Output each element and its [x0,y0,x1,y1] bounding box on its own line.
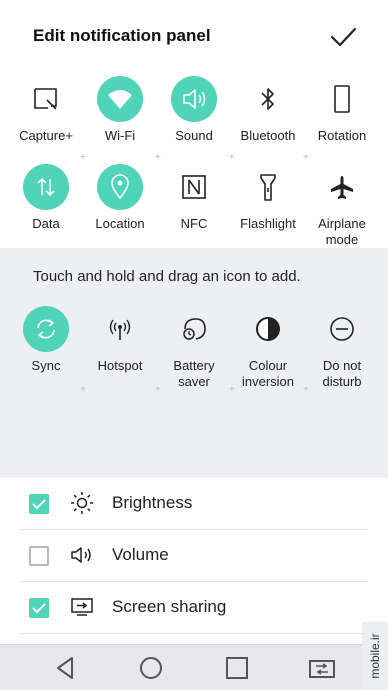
setting-row-volume[interactable]: Volume [20,530,368,582]
page-title: Edit notification panel [33,26,211,45]
tile-sync[interactable]: Sync [8,306,84,374]
back-icon[interactable] [52,654,80,682]
drop-target-plus: + [229,152,235,163]
battery-saver-icon [171,306,217,352]
setting-row-screen-sharing[interactable]: Screen sharing [20,582,368,634]
tile-battery-saver[interactable]: Battery saver [156,306,232,390]
tile-label: Location [95,216,145,231]
tile-label: Sound [175,128,213,143]
available-tiles-panel: Touch and hold and drag an icon to add. … [0,248,388,478]
sync-icon [23,306,69,352]
setting-label: Brightness [112,493,193,512]
checkbox-unchecked[interactable] [29,546,49,566]
tile-nfc[interactable]: NFC [156,164,232,232]
active-tiles-panel: Capture+ Wi-Fi Sound Bluetooth Rotation … [0,72,388,248]
tile-label: Airplane mode [318,216,366,247]
drag-hint: Touch and hold and drag an icon to add. [33,268,301,285]
tile-label: Flashlight [240,216,296,231]
wifi-icon [97,76,143,122]
tile-colour-inversion[interactable]: Colour inversion [230,306,306,390]
checkbox-checked[interactable] [29,598,49,618]
tile-do-not-disturb[interactable]: Do not disturb [304,306,380,390]
tile-label: Capture+ [19,128,73,143]
header: Edit notification panel [0,0,388,72]
tile-label: Rotation [317,128,367,143]
tile-label: Sync [31,358,61,373]
recents-icon[interactable] [223,654,251,682]
home-icon[interactable] [137,654,165,682]
drop-target-plus: + [303,152,309,163]
nfc-icon [171,164,217,210]
drop-target-plus: + [80,152,86,163]
drop-target-plus: + [229,384,235,395]
tile-label: Wi-Fi [104,128,136,143]
tile-airplane-mode[interactable]: Airplane mode [304,164,380,248]
setting-label: Screen sharing [112,597,227,616]
tile-label: Bluetooth [240,128,296,143]
watermark: mobile.ir [362,622,388,690]
screen-sharing-icon [71,598,93,616]
tile-label: Colour inversion [241,358,295,389]
rotation-icon [319,76,365,122]
tile-label: Data [32,216,60,231]
tile-label: NFC [180,216,208,231]
setting-label: Volume [112,545,169,564]
checkbox-checked[interactable] [29,494,49,514]
airplane-icon [319,164,365,210]
watermark-text: mobile.ir [368,633,382,679]
tile-data[interactable]: Data [8,164,84,232]
capture-plus-icon [23,76,69,122]
navigation-bar [0,644,388,690]
location-icon [97,164,143,210]
tile-label: Hotspot [97,358,143,373]
colour-inversion-icon [245,306,291,352]
sound-icon [171,76,217,122]
bluetooth-icon [245,76,291,122]
tile-wifi[interactable]: Wi-Fi [82,76,158,144]
tile-label: Do not disturb [322,358,362,389]
drop-target-plus: + [155,152,161,163]
tile-label: Battery saver [173,358,215,389]
drop-target-plus: + [303,384,309,395]
tile-bluetooth[interactable]: Bluetooth [230,76,306,144]
drop-target-plus: + [155,384,161,395]
tile-hotspot[interactable]: Hotspot [82,306,158,374]
flashlight-icon [245,164,291,210]
tile-sound[interactable]: Sound [156,76,232,144]
tile-location[interactable]: Location [82,164,158,232]
check-icon[interactable] [328,22,358,52]
tile-capture-plus[interactable]: Capture+ [8,76,84,144]
setting-row-brightness[interactable]: Brightness [20,478,368,530]
do-not-disturb-icon [319,306,365,352]
settings-list: Brightness Volume Screen sharing [0,478,388,644]
hotspot-icon [97,306,143,352]
brightness-icon [71,492,93,514]
drop-target-plus: + [80,384,86,395]
data-icon [23,164,69,210]
tile-rotation[interactable]: Rotation [304,76,380,144]
volume-icon [71,547,91,563]
tile-flashlight[interactable]: Flashlight [230,164,306,232]
dual-window-icon[interactable] [308,654,336,682]
